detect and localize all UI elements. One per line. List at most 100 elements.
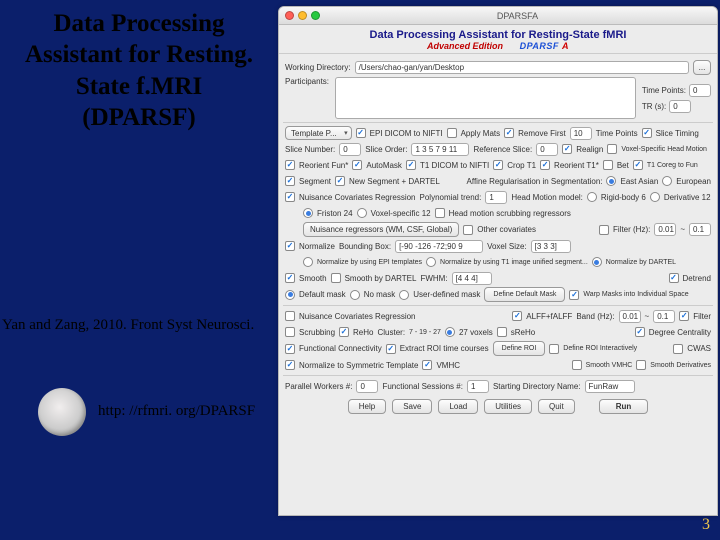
window-title: DPARSFA [324,11,711,21]
applymats-checkbox[interactable] [447,128,457,138]
segment-checkbox[interactable] [285,176,295,186]
normalize-label: Normalize [299,242,335,251]
nuisance1-label: Nuisance Covariates Regression [299,193,416,202]
nuisance2-checkbox[interactable] [285,311,295,321]
deriv12-radio[interactable] [650,192,660,202]
filter1-lo-field[interactable]: 0.01 [654,223,676,236]
quit-button[interactable]: Quit [538,399,575,414]
newseg-checkbox[interactable] [335,176,345,186]
browse-button[interactable]: ... [693,60,711,75]
voxel12-radio[interactable] [357,208,367,218]
normsym-checkbox[interactable] [285,360,295,370]
realign-checkbox[interactable] [562,144,572,154]
save-button[interactable]: Save [392,399,432,414]
smoothvmhc-checkbox[interactable] [572,360,582,370]
time-points-field[interactable]: 0 [689,84,711,97]
band-lo-field[interactable]: 0.01 [619,310,641,323]
voxsize-field[interactable]: [3 3 3] [531,240,571,253]
title-line: Assistant for Resting. [0,39,278,70]
normalize-checkbox[interactable] [285,241,295,251]
eastasian-radio[interactable] [606,176,616,186]
othercov-checkbox[interactable] [463,225,473,235]
slicenum-field[interactable]: 0 [339,143,361,156]
smoothdartel-checkbox[interactable] [331,273,341,283]
run-button[interactable]: Run [599,399,649,414]
scrubreg-checkbox[interactable] [435,208,445,218]
scrubbing-checkbox[interactable] [285,327,295,337]
minimize-icon[interactable] [298,11,307,20]
usermask-radio[interactable] [399,290,409,300]
vmhc-checkbox[interactable] [422,360,432,370]
27voxels-radio[interactable] [445,327,455,337]
nuisregressors-button[interactable]: Nuisance regressors (WM, CSF, Global) [303,222,459,237]
rigid6-radio[interactable] [587,192,597,202]
removefirst-field[interactable]: 10 [570,127,592,140]
dc-checkbox[interactable] [635,327,645,337]
tr-field[interactable]: 0 [669,100,691,113]
defaultmask-label: Default mask [299,290,346,299]
scrubbing-label: Scrubbing [299,328,335,337]
participants-listbox[interactable] [335,77,636,119]
sd-field[interactable]: FunRaw [585,380,635,393]
template-select[interactable]: Template P... [285,126,352,140]
band-hi-field[interactable]: 0.1 [653,310,675,323]
automask-checkbox[interactable] [352,160,362,170]
slicetiming-checkbox[interactable] [642,128,652,138]
t1dicom-checkbox[interactable] [406,160,416,170]
band-label: Band (Hz): [576,312,614,321]
bet-label: Bet [617,161,629,170]
cwas-checkbox[interactable] [673,344,683,354]
fc-checkbox[interactable] [285,344,295,354]
defineroi-button[interactable]: Define ROI [493,341,546,356]
european-radio[interactable] [662,176,672,186]
definemask-button[interactable]: Define Default Mask [484,287,565,302]
citation-text: Yan and Zang, 2010. Front Syst Neurosci. [2,317,302,334]
smooth-checkbox[interactable] [285,273,295,283]
reho-checkbox[interactable] [339,327,349,337]
removefirst-checkbox[interactable] [504,128,514,138]
normdartel-radio[interactable] [592,257,602,267]
sliceorder-field[interactable]: 1 3 5 7 9 11 [411,143,469,156]
filter1-hi-field[interactable]: 0.1 [689,223,711,236]
reorientt1-checkbox[interactable] [540,160,550,170]
srho-label: sReHo [511,328,535,337]
fs-field[interactable]: 1 [467,380,489,393]
smoothderiv-checkbox[interactable] [636,360,646,370]
participants-label: Participants: [285,77,329,86]
bet-checkbox[interactable] [603,160,613,170]
roi-interactive-label: Define ROI Interactively [563,345,637,352]
normt1-radio[interactable] [426,257,436,267]
warpmasks-checkbox[interactable] [569,290,579,300]
workdir-field[interactable]: /Users/chao-gan/yan/Desktop [355,61,689,74]
tilde1: ~ [680,225,685,234]
t1coreg-checkbox[interactable] [633,160,643,170]
reorientfun-checkbox[interactable] [285,160,295,170]
friston-radio[interactable] [303,208,313,218]
close-icon[interactable] [285,11,294,20]
refslice-field[interactable]: 0 [536,143,558,156]
normepi-radio[interactable] [303,257,313,267]
utilities-button[interactable]: Utilities [484,399,532,414]
voxelhm-checkbox[interactable] [607,144,617,154]
nomask-radio[interactable] [350,290,360,300]
epi2nifti-checkbox[interactable] [356,128,366,138]
sd-label: Starting Directory Name: [493,382,581,391]
srho-checkbox[interactable] [497,327,507,337]
zoom-icon[interactable] [311,11,320,20]
extractroi-checkbox[interactable] [386,344,396,354]
cropt1-checkbox[interactable] [493,160,503,170]
fwhm-field[interactable]: [4 4 4] [452,272,492,285]
polytrend-field[interactable]: 1 [485,191,507,204]
roi-interactive-checkbox[interactable] [549,344,559,354]
help-button[interactable]: Help [348,399,386,414]
load-button[interactable]: Load [438,399,478,414]
detrend-checkbox[interactable] [669,273,679,283]
pw-field[interactable]: 0 [356,380,378,393]
bbox-field[interactable]: [-90 -126 -72;90 9 [395,240,483,253]
alff-checkbox[interactable] [512,311,522,321]
nuisance1-checkbox[interactable] [285,192,295,202]
defaultmask-radio[interactable] [285,290,295,300]
smoothderiv-label: Smooth Derivatives [650,362,711,369]
filter2-checkbox[interactable] [679,311,689,321]
filter1-checkbox[interactable] [599,225,609,235]
